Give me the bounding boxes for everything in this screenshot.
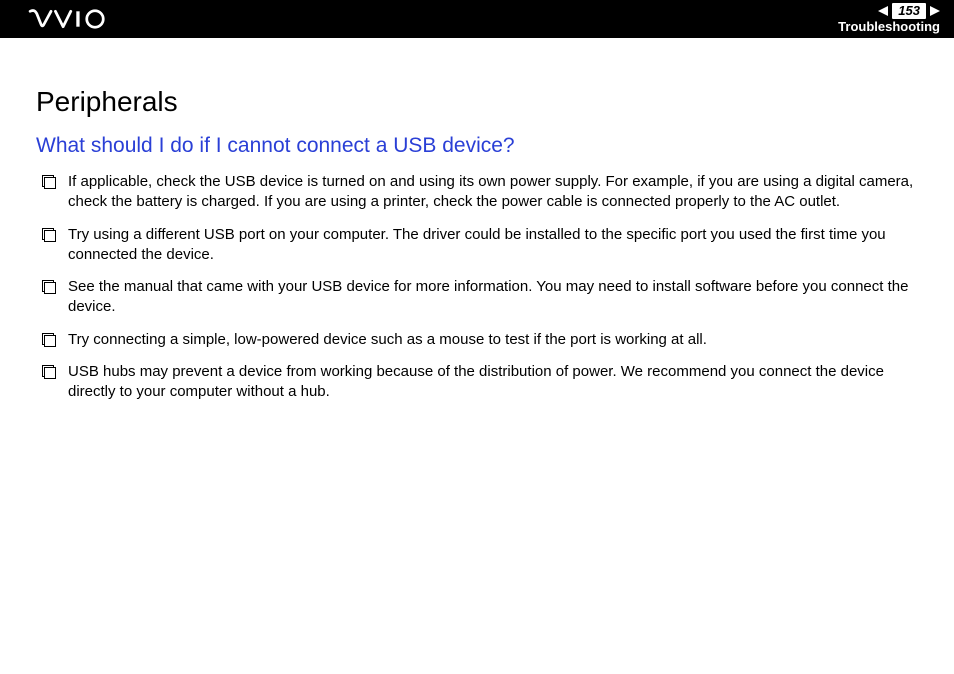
list-item: See the manual that came with your USB d… bbox=[42, 277, 918, 318]
list-item: USB hubs may prevent a device from worki… bbox=[42, 362, 918, 403]
checkbox-bullet-icon bbox=[42, 280, 54, 292]
list-item-text: If applicable, check the USB device is t… bbox=[68, 172, 918, 213]
header-bar: 153 Troubleshooting bbox=[0, 0, 954, 38]
list-item: If applicable, check the USB device is t… bbox=[42, 172, 918, 213]
prev-page-icon[interactable] bbox=[878, 6, 888, 16]
checkbox-bullet-icon bbox=[42, 365, 54, 377]
checklist: If applicable, check the USB device is t… bbox=[36, 172, 918, 402]
page-title: Peripherals bbox=[36, 86, 918, 118]
section-label: Troubleshooting bbox=[838, 20, 940, 34]
list-item-text: See the manual that came with your USB d… bbox=[68, 277, 918, 318]
question-heading: What should I do if I cannot connect a U… bbox=[36, 134, 918, 158]
page-number: 153 bbox=[892, 3, 926, 19]
list-item-text: Try using a different USB port on your c… bbox=[68, 225, 918, 266]
list-item-text: Try connecting a simple, low-powered dev… bbox=[68, 330, 918, 350]
checkbox-bullet-icon bbox=[42, 333, 54, 345]
list-item: Try connecting a simple, low-powered dev… bbox=[42, 330, 918, 350]
checkbox-bullet-icon bbox=[42, 175, 54, 187]
page-nav: 153 bbox=[838, 3, 940, 19]
page-content: Peripherals What should I do if I cannot… bbox=[0, 38, 954, 402]
list-item-text: USB hubs may prevent a device from worki… bbox=[68, 362, 918, 403]
header-right: 153 Troubleshooting bbox=[838, 3, 940, 34]
checkbox-bullet-icon bbox=[42, 228, 54, 240]
list-item: Try using a different USB port on your c… bbox=[42, 225, 918, 266]
vaio-logo bbox=[18, 8, 128, 30]
next-page-icon[interactable] bbox=[930, 6, 940, 16]
